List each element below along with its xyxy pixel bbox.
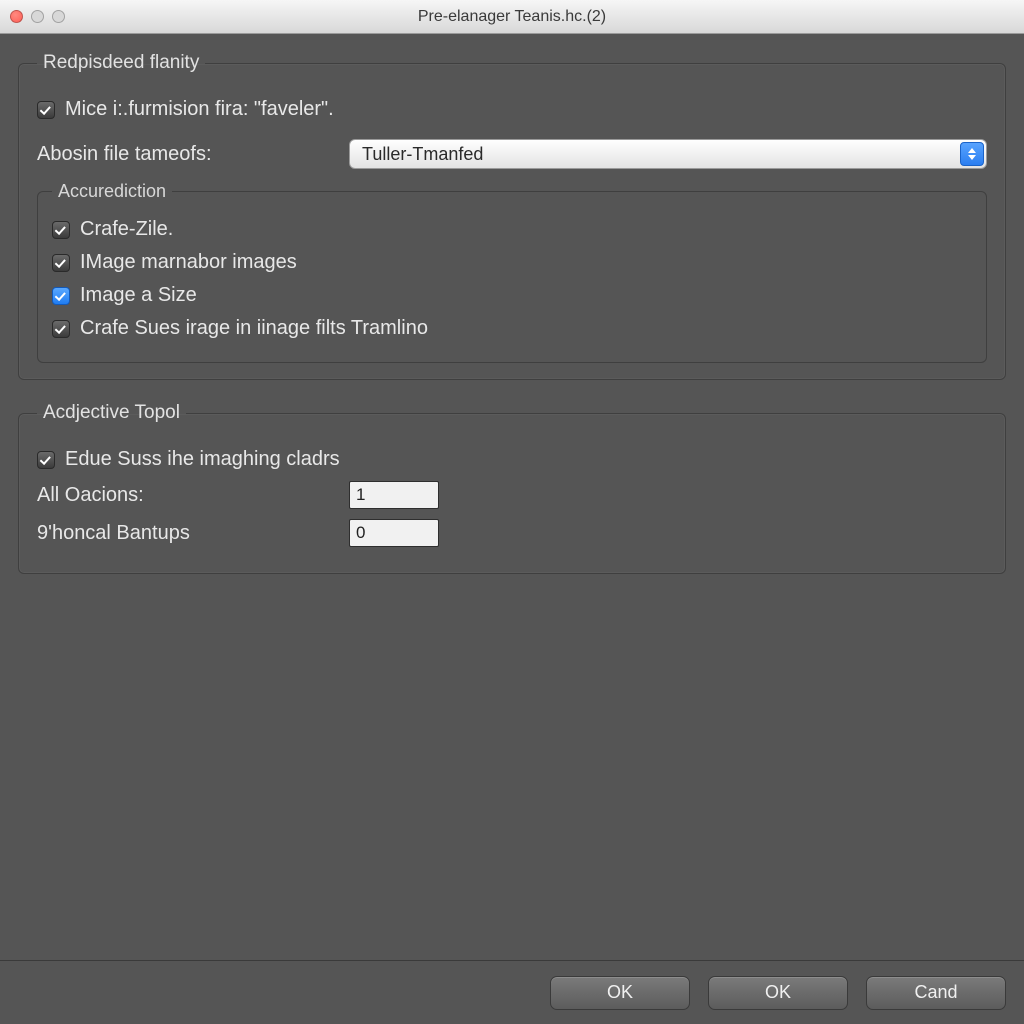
group-redpisdeed: Redpisdeed flanity Mice i:.furmision fir… bbox=[18, 52, 1006, 380]
input-all-oacions[interactable] bbox=[349, 481, 439, 509]
group-adjective-topol: Acdjective Topol Edue Suss ihe imaghing … bbox=[18, 402, 1006, 574]
checkbox-edue-suss[interactable] bbox=[37, 451, 55, 469]
label-mice-furmision: Mice i:.furmision fira: "faveler". bbox=[65, 98, 334, 121]
group-accurediction: Accurediction Crafe-Zile. IMage marnabor… bbox=[37, 181, 987, 363]
group-adjective-topol-legend: Acdjective Topol bbox=[37, 402, 186, 424]
group-accurediction-legend: Accurediction bbox=[52, 181, 172, 202]
maximize-icon[interactable] bbox=[52, 10, 65, 23]
checkbox-image-marnabor[interactable] bbox=[52, 254, 70, 272]
row-image-marnabor: IMage marnabor images bbox=[52, 251, 972, 274]
ok-button-2[interactable]: OK bbox=[708, 976, 848, 1010]
label-edue-suss: Edue Suss ihe imaghing cladrs bbox=[65, 448, 340, 471]
row-mice-furmision: Mice i:.furmision fira: "faveler". bbox=[37, 98, 987, 121]
traffic-lights bbox=[10, 10, 65, 23]
row-crafe-zile: Crafe-Zile. bbox=[52, 218, 972, 241]
label-image-marnabor: IMage marnabor images bbox=[80, 251, 297, 274]
minimize-icon[interactable] bbox=[31, 10, 44, 23]
checkbox-mice-furmision[interactable] bbox=[37, 101, 55, 119]
dialog-button-bar: OK OK Cand bbox=[0, 960, 1024, 1024]
label-crafe-sues: Crafe Sues irage in iinage filts Tramlin… bbox=[80, 317, 428, 340]
label-crafe-zile: Crafe-Zile. bbox=[80, 218, 173, 241]
checkbox-image-size[interactable] bbox=[52, 287, 70, 305]
label-honcal-bantups: 9'honcal Bantups bbox=[37, 522, 337, 545]
input-honcal-bantups[interactable] bbox=[349, 519, 439, 547]
close-icon[interactable] bbox=[10, 10, 23, 23]
select-stepper-icon bbox=[960, 142, 984, 166]
row-abosin-tameofs: Abosin file tameofs: Tuller-Tmanfed bbox=[37, 139, 987, 169]
checkbox-crafe-sues[interactable] bbox=[52, 320, 70, 338]
preferences-panel: Redpisdeed flanity Mice i:.furmision fir… bbox=[0, 34, 1024, 1024]
select-abosin-tameofs[interactable]: Tuller-Tmanfed bbox=[349, 139, 987, 169]
row-image-size: Image a Size bbox=[52, 284, 972, 307]
window-title: Pre-elanager Teanis.hc.(2) bbox=[0, 8, 1024, 26]
label-image-size: Image a Size bbox=[80, 284, 197, 307]
ok-button-1[interactable]: OK bbox=[550, 976, 690, 1010]
checkbox-crafe-zile[interactable] bbox=[52, 221, 70, 239]
row-all-oacions: All Oacions: bbox=[37, 481, 987, 509]
row-edue-suss: Edue Suss ihe imaghing cladrs bbox=[37, 448, 987, 471]
group-redpisdeed-legend: Redpisdeed flanity bbox=[37, 52, 205, 74]
window-titlebar: Pre-elanager Teanis.hc.(2) bbox=[0, 0, 1024, 34]
row-honcal-bantups: 9'honcal Bantups bbox=[37, 519, 987, 547]
label-all-oacions: All Oacions: bbox=[37, 484, 337, 507]
cancel-button[interactable]: Cand bbox=[866, 976, 1006, 1010]
select-value: Tuller-Tmanfed bbox=[362, 144, 483, 165]
row-crafe-sues: Crafe Sues irage in iinage filts Tramlin… bbox=[52, 317, 972, 340]
label-abosin-tameofs: Abosin file tameofs: bbox=[37, 143, 337, 166]
